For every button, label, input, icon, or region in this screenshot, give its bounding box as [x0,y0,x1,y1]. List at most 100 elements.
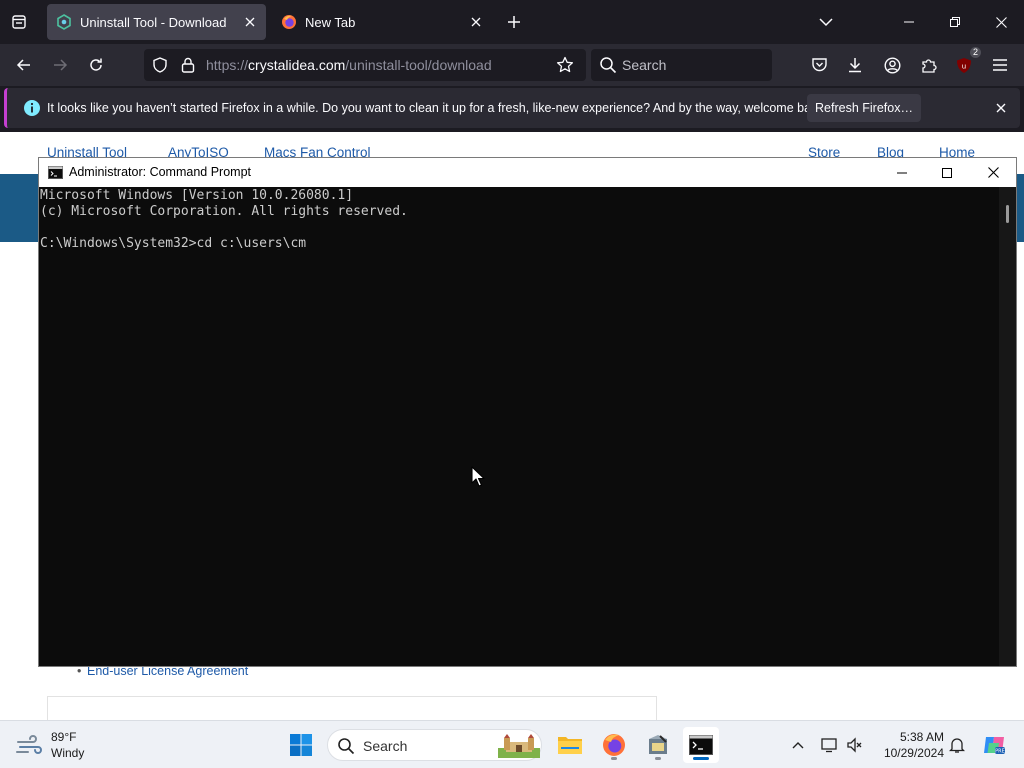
download-icon [849,58,861,73]
cmd-title-bar[interactable]: Administrator: Command Prompt [39,158,1016,187]
uninstall-tool-icon [649,735,667,754]
minimize-icon [897,172,907,173]
running-indicator-active [693,757,709,760]
crystalidea-favicon-icon [57,14,71,30]
console-line: Microsoft Windows [Version 10.0.26080.1] [40,188,354,203]
tab-uninstall-tool[interactable]: Uninstall Tool - Download [47,4,266,40]
copilot-icon: PRE [984,737,1005,755]
plus-icon [508,16,520,28]
cmd-minimize-button[interactable] [879,158,925,187]
volume-muted-icon [847,737,862,753]
command-prompt-window[interactable]: Administrator: Command Prompt Microsoft … [38,157,1017,667]
windows-logo-icon [290,734,312,756]
cmd-window-title: Administrator: Command Prompt [69,165,252,179]
url-text: https://crystalidea.com/uninstall-tool/d… [206,57,492,73]
downloads-button[interactable] [842,52,868,78]
cmd-scrollbar[interactable] [999,187,1016,666]
new-tab-button[interactable] [502,10,526,34]
start-button[interactable] [283,727,319,763]
tab-title: New Tab [305,14,356,30]
close-tab-icon[interactable] [238,10,262,34]
search-bar[interactable]: Search [591,49,772,81]
mouse-cursor-icon [471,466,485,487]
console-line: (c) Microsoft Corporation. All rights re… [40,204,408,219]
volume-tray-button[interactable] [845,735,865,755]
reload-button[interactable] [82,52,110,78]
clock-time: 5:38 AM [899,730,944,744]
header-banner-right [1016,174,1024,242]
search-icon [338,738,355,755]
weather-temperature: 89°F [51,730,77,744]
bell-icon [949,738,965,753]
cmd-close-button[interactable] [970,158,1016,187]
arrow-right-icon [54,59,68,71]
taskbar-search-box[interactable]: Search [327,729,542,761]
refresh-firefox-notification: It looks like you haven’t started Firefo… [4,88,1020,128]
bookmark-star-icon[interactable] [555,55,575,75]
search-icon [600,57,617,74]
copilot-button[interactable]: PRE [982,733,1006,757]
extension-badge-count: 2 [969,47,981,58]
refresh-firefox-button[interactable]: Refresh Firefox… [807,94,921,122]
hamburger-menu-icon [993,59,1007,71]
taskbar-uninstall-tool[interactable] [640,727,676,763]
chevron-up-icon [792,742,804,749]
chevron-down-icon [819,18,833,27]
close-window-button[interactable] [978,0,1024,44]
cmd-app-icon [48,166,63,179]
puzzle-piece-icon [921,58,937,73]
command-prompt-icon [689,735,713,755]
navigation-toolbar: https://crystalidea.com/uninstall-tool/d… [0,44,1024,86]
restore-button[interactable] [932,0,978,44]
ublock-shield-icon: u [957,57,971,73]
close-icon [995,16,1007,28]
pocket-button[interactable] [806,52,832,78]
url-path: /uninstall-tool/download [345,57,492,73]
svg-text:u: u [962,62,966,70]
url-scheme: https:// [206,57,249,73]
close-notification-icon[interactable] [991,98,1011,118]
taskbar-clock[interactable]: 5:38 AM 10/29/2024 [874,729,944,761]
tab-list-button[interactable] [6,10,32,34]
firefox-favicon-icon [282,15,296,29]
tab-new-tab[interactable]: New Tab [272,4,492,40]
minimize-button[interactable] [886,0,932,44]
svg-text:PRE: PRE [995,749,1005,755]
console-prompt-line: C:\Windows\System32>cd c:\users\cm [40,236,307,251]
minimize-icon [904,21,914,23]
arrow-left-icon [16,59,30,71]
list-all-tabs-button[interactable] [814,10,838,34]
url-bar[interactable]: https://crystalidea.com/uninstall-tool/d… [144,49,586,81]
tab-title: Uninstall Tool - Download [80,14,227,30]
account-icon [883,56,901,74]
cmd-maximize-button[interactable] [924,158,970,187]
show-hidden-icons-button[interactable] [788,735,808,755]
firefox-icon [603,734,625,756]
close-tab-icon[interactable] [464,10,488,34]
notification-message: It looks like you haven’t started Firefo… [47,101,828,115]
tab-list-icon [12,15,26,29]
extensions-button[interactable] [915,52,941,78]
shield-icon[interactable] [150,55,170,75]
url-host: crystalidea.com [248,57,346,73]
scrollbar-thumb[interactable] [1006,205,1009,223]
clock-date: 10/29/2024 [883,746,944,760]
notifications-button[interactable] [947,735,967,755]
weather-condition: Windy [51,746,85,760]
search-highlight-castle-icon [498,734,540,758]
taskbar-command-prompt[interactable] [683,727,719,763]
running-indicator [655,757,661,760]
wind-icon [16,735,42,754]
back-button[interactable] [10,52,38,78]
forward-button[interactable] [46,52,74,78]
lock-icon[interactable] [178,55,198,75]
cmd-console-output[interactable]: Microsoft Windows [Version 10.0.26080.1]… [39,187,999,666]
ublock-extension-button[interactable]: u 2 [951,47,981,78]
account-button[interactable] [879,52,905,78]
taskbar-file-explorer[interactable] [552,727,588,763]
taskbar-firefox[interactable] [596,727,632,763]
reload-icon [90,58,102,71]
network-tray-button[interactable] [820,735,840,755]
app-menu-button[interactable] [987,52,1013,78]
weather-widget[interactable]: 89°F Windy [16,727,106,763]
